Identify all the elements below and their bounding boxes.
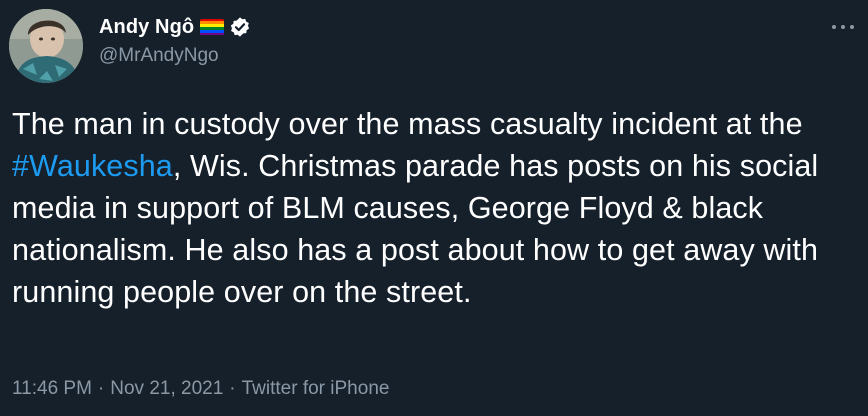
tweet-card: Andy Ngô @MrAndyNgo The man in custody o… xyxy=(0,0,868,416)
meta-separator: · xyxy=(97,378,105,399)
author-name-row: Andy Ngô xyxy=(99,13,251,41)
tweet-text: The man in custody over the mass casualt… xyxy=(12,103,842,313)
verified-badge-icon xyxy=(231,17,250,37)
author-display-name[interactable]: Andy Ngô xyxy=(99,16,194,39)
tweet-time[interactable]: 11:46 PM xyxy=(12,378,92,400)
more-horizontal-icon[interactable] xyxy=(830,20,856,34)
avatar[interactable] xyxy=(9,9,83,83)
tweet-text-part: The man in custody over the mass casualt… xyxy=(12,107,803,141)
tweet-source[interactable]: Twitter for iPhone xyxy=(242,378,390,400)
hashtag-link[interactable]: #Waukesha xyxy=(12,149,173,183)
avatar-image xyxy=(9,9,83,83)
meta-separator: · xyxy=(229,378,236,399)
rainbow-flag-emoji xyxy=(200,18,225,36)
tweet-date[interactable]: Nov 21, 2021 xyxy=(110,378,223,400)
tweet-meta: 11:46 PM · Nov 21, 2021 · Twitter for iP… xyxy=(12,378,389,400)
author-handle[interactable]: @MrAndyNgo xyxy=(99,45,219,67)
